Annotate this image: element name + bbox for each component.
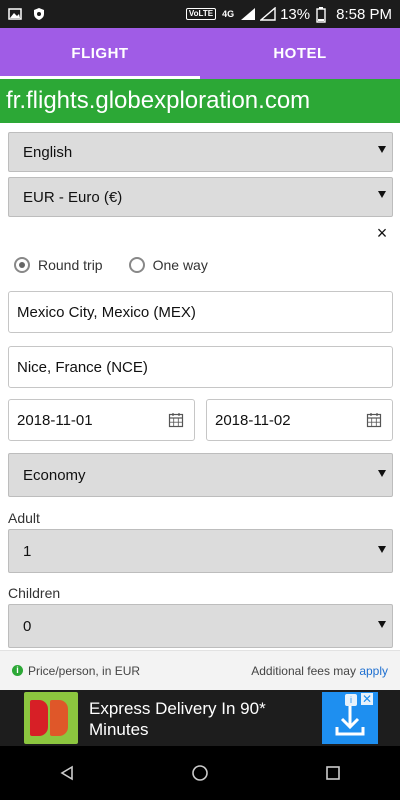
info-icon: i — [12, 665, 23, 676]
signal-secondary-icon — [259, 6, 276, 21]
fees-note: Additional fees may apply — [251, 664, 388, 678]
recents-button[interactable] — [313, 753, 353, 793]
language-select[interactable]: English — [8, 132, 393, 172]
system-nav-bar — [0, 746, 400, 800]
image-notification-icon — [8, 7, 22, 21]
origin-input[interactable]: Mexico City, Mexico (MEX) — [8, 291, 393, 333]
depart-date-value: 2018-11-01 — [17, 411, 93, 429]
tab-hotel[interactable]: HOTEL — [200, 28, 400, 79]
depart-date-input[interactable]: 2018-11-01 — [8, 399, 195, 441]
recents-icon — [326, 766, 341, 780]
fees-prefix: Additional fees may — [251, 663, 360, 678]
radio-selected-icon — [14, 257, 30, 273]
return-date-value: 2018-11-02 — [215, 411, 291, 429]
price-info-bar: i Price/person, in EUR Additional fees m… — [0, 650, 400, 690]
ad-text: Express Delivery In 90* Minutes — [89, 699, 266, 739]
chevron-down-icon — [378, 621, 386, 628]
clock: 8:58 PM — [336, 5, 392, 23]
cabin-value: Economy — [23, 466, 86, 484]
home-button[interactable] — [180, 753, 220, 793]
network-type: 4G — [222, 9, 235, 19]
chevron-down-icon — [378, 191, 386, 198]
adult-select[interactable]: 1 — [8, 529, 393, 573]
fees-apply-link[interactable]: apply — [359, 664, 388, 678]
close-icon[interactable]: × — [373, 224, 391, 242]
one-way-label: One way — [152, 257, 208, 273]
language-value: English — [23, 143, 73, 161]
round-trip-label: Round trip — [38, 257, 103, 273]
back-button[interactable] — [47, 753, 87, 793]
children-value: 0 — [23, 617, 32, 635]
chevron-down-icon — [378, 146, 386, 153]
adult-value: 1 — [23, 542, 32, 560]
one-way-radio[interactable]: One way — [128, 257, 208, 273]
destination-input[interactable]: Nice, France (NCE) — [8, 346, 393, 388]
origin-value: Mexico City, Mexico (MEX) — [17, 303, 196, 321]
children-select[interactable]: 0 — [8, 604, 393, 648]
adult-label: Adult — [8, 510, 40, 526]
radio-unselected-icon — [128, 257, 145, 273]
tab-flight[interactable]: FLIGHT — [0, 28, 200, 79]
battery-icon — [316, 7, 330, 23]
calendar-icon[interactable] — [168, 412, 184, 428]
shield-notification-icon — [32, 7, 46, 21]
status-bar: VoLTE 4G 13% 8:58 PM — [0, 0, 400, 28]
adchoices-icon[interactable]: i — [345, 694, 357, 706]
close-ad-icon[interactable]: ✕ — [361, 693, 373, 705]
back-icon — [60, 765, 73, 781]
return-date-input[interactable]: 2018-11-02 — [206, 399, 393, 441]
ad-banner[interactable]: Express Delivery In 90* Minutes i ✕ — [0, 690, 400, 746]
trip-type-group: Round trip One way — [14, 257, 234, 273]
volte-indicator: VoLTE — [185, 8, 217, 20]
destination-value: Nice, France (NCE) — [17, 358, 148, 376]
chevron-down-icon — [378, 546, 386, 553]
bigbasket-logo — [24, 692, 78, 744]
tab-bar: FLIGHT HOTEL — [0, 28, 400, 79]
children-label: Children — [8, 585, 61, 601]
currency-value: EUR - Euro (€) — [23, 188, 123, 206]
price-note: Price/person, in EUR — [28, 663, 141, 678]
signal-icon — [240, 7, 256, 21]
battery-percent: 13% — [280, 5, 311, 23]
currency-select[interactable]: EUR - Euro (€) — [8, 177, 393, 217]
domain-banner: fr.flights.globexploration.com — [0, 79, 400, 123]
home-icon — [192, 765, 208, 781]
cabin-select[interactable]: Economy — [8, 453, 393, 497]
round-trip-radio[interactable]: Round trip — [14, 257, 103, 273]
chevron-down-icon — [378, 470, 386, 477]
calendar-icon[interactable] — [366, 412, 382, 428]
